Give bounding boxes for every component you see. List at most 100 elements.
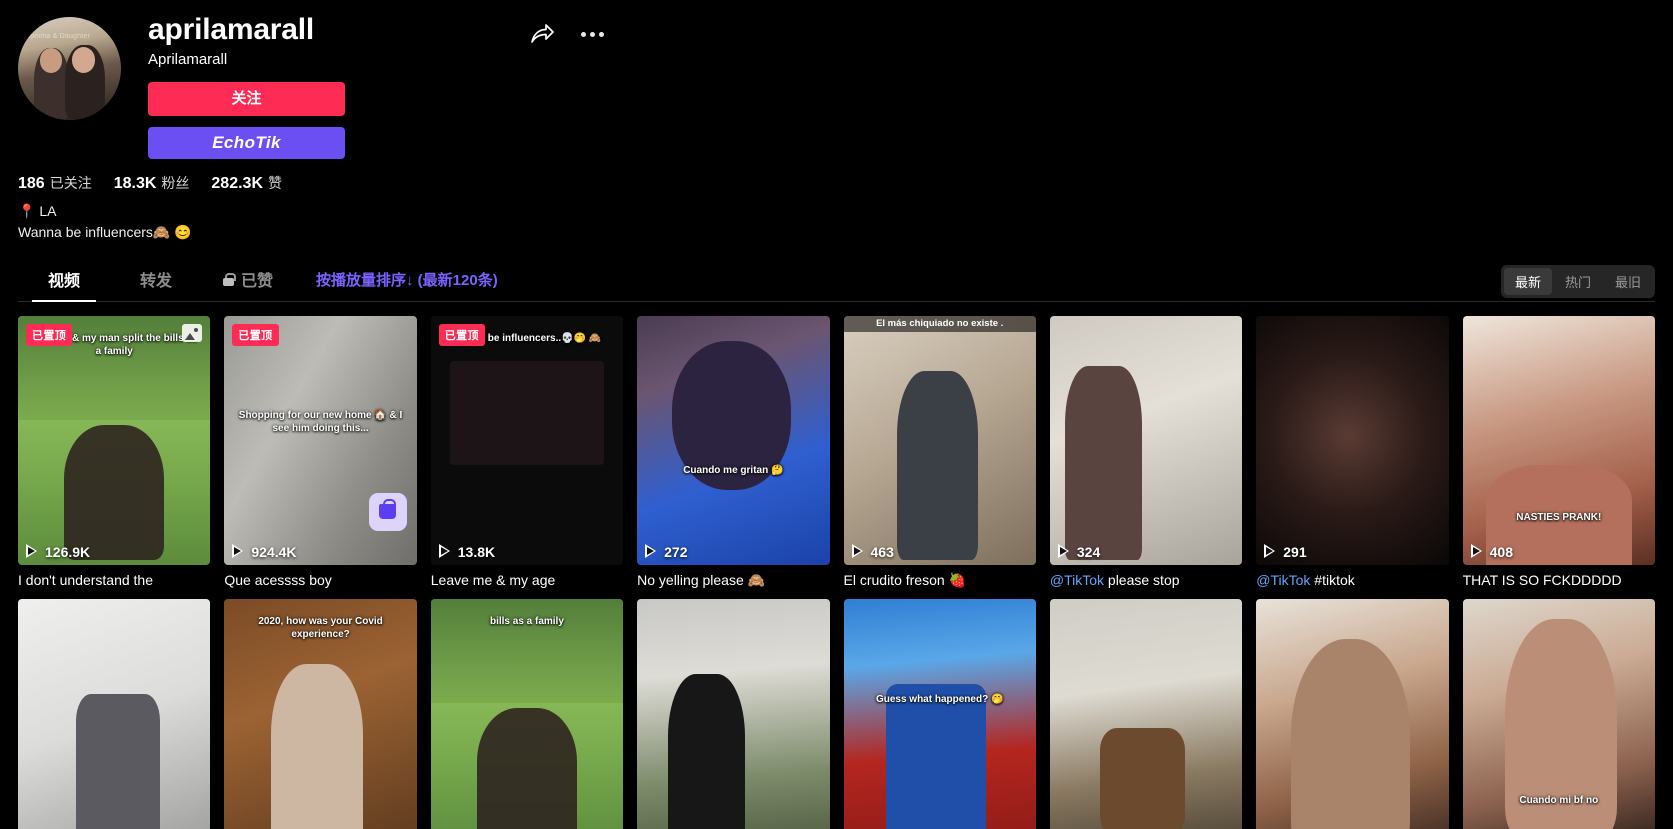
thumbnail-image (1049, 599, 1243, 829)
sort-newest-button[interactable]: 最新 (1503, 267, 1552, 295)
tab-videos[interactable]: 视频 (18, 258, 110, 302)
video-card[interactable] (1256, 599, 1449, 829)
play-icon (1057, 544, 1072, 559)
video-card[interactable] (1049, 599, 1243, 829)
avatar-container: Momma & Daughter (18, 14, 124, 159)
thumbnail-image (1049, 315, 1243, 565)
video-title[interactable]: @TikTok #tiktok (1256, 572, 1448, 590)
thumbnail-image (843, 315, 1036, 565)
share-button[interactable] (527, 20, 557, 48)
video-title[interactable]: I don't understand the (18, 572, 210, 590)
video-title[interactable]: Leave me & my age (431, 572, 623, 590)
play-count-value: 408 (1489, 543, 1513, 560)
video-title-text: Leave me & my age (430, 571, 556, 588)
video-title-text: Que acessss boy (224, 571, 332, 588)
tab-reposts[interactable]: 转发 (110, 258, 202, 301)
video-thumbnail[interactable]: 324 (1049, 315, 1243, 565)
video-thumbnail[interactable]: Cuando mi bf no (1462, 599, 1655, 829)
stat-followers[interactable]: 18.3K 粉丝 (114, 173, 190, 193)
thumbnail-image (1462, 315, 1655, 565)
video-card[interactable] (637, 599, 830, 829)
profile-page: Momma & Daughter aprilamarall Aprilamara… (0, 0, 1673, 829)
video-title-text: I don't understand the (18, 571, 153, 588)
video-mention[interactable]: @TikTok (1256, 572, 1310, 588)
thumbnail-image (18, 599, 211, 829)
sort-popular-button[interactable]: 热门 (1554, 268, 1602, 295)
video-thumbnail[interactable] (1256, 599, 1449, 829)
avatar-face-right (71, 46, 96, 73)
video-card[interactable]: 已置顶 How me & my man split the bills as a … (18, 315, 211, 590)
video-card[interactable]: Guess what happened? 🤭 (843, 599, 1036, 829)
stat-likes-count: 282.3K (211, 175, 263, 193)
video-thumbnail[interactable]: bills as a family (430, 599, 624, 829)
thumbnail-image (1256, 599, 1449, 829)
play-count: 291 (1263, 544, 1307, 560)
sort-segmented-control: 最新 热门 最旧 (1500, 264, 1655, 298)
video-thumbnail[interactable]: NASTIES PRANK! 408 (1462, 315, 1655, 565)
play-icon (1470, 544, 1485, 559)
video-card[interactable]: bills as a family (430, 599, 624, 829)
video-thumbnail[interactable]: Guess what happened? 🤭 (843, 599, 1036, 829)
share-icon (531, 24, 554, 43)
video-title[interactable]: THAT IS SO FCKDDDDD (1463, 572, 1655, 590)
video-thumbnail[interactable]: 291 (1256, 315, 1449, 565)
video-title-text: #tiktok (1310, 571, 1355, 588)
video-mention[interactable]: @TikTok (1050, 572, 1104, 588)
video-thumbnail[interactable]: 已置顶 Shopping for our new home 🏠 & I see h… (224, 315, 417, 565)
tab-videos-label: 视频 (47, 273, 80, 291)
sort-by-plays-link[interactable]: 按播放量排序↓ (最新120条) (310, 258, 504, 301)
video-card[interactable]: 已置顶 Wanna be influencers..💀🤭 🙈 13.8K Leave … (430, 315, 624, 590)
video-card[interactable]: NASTIES PRANK! 408 THAT IS SO FCKDDDDD (1462, 315, 1655, 590)
video-thumbnail[interactable]: 已置顶 Wanna be influencers..💀🤭 🙈 13.8K (430, 315, 624, 565)
follow-button[interactable]: 关注 (148, 82, 345, 117)
video-card[interactable]: El más chiquiado no existe . 463 El crudit… (843, 315, 1036, 590)
shopping-bag-icon[interactable] (368, 492, 407, 531)
video-thumbnail[interactable] (18, 599, 211, 829)
video-overlay-text: Shopping for our new home 🏠 & I see him … (238, 410, 403, 435)
more-options-icon (579, 24, 606, 45)
play-icon (231, 544, 246, 559)
video-card[interactable]: 324 @TikTok please stop (1049, 315, 1243, 590)
video-title[interactable]: No yelling please 🙈 (637, 572, 829, 590)
play-count-value: 272 (664, 543, 688, 560)
video-thumbnail[interactable]: 2020, how was your Covid experience? (224, 599, 417, 829)
echotik-button[interactable]: EchoTik (148, 127, 345, 160)
multi-image-icon (182, 323, 203, 342)
more-options-button[interactable] (577, 22, 608, 47)
avatar-face-left (39, 47, 63, 73)
tab-bar: 视频 转发 已赞 按播放量排序↓ (最新120条) 最新 热门 最旧 (18, 258, 1655, 302)
video-thumbnail[interactable]: Cuando me gritan 🤔 272 (637, 315, 830, 565)
bio: 📍 LA Wanna be influencers🙈 😊 (18, 201, 1655, 242)
sort-oldest-button[interactable]: 最旧 (1604, 268, 1652, 295)
video-overlay-text: Guess what happened? 🤭 (875, 693, 1004, 705)
video-card[interactable]: 2020, how was your Covid experience? (224, 599, 417, 829)
play-count: 126.9K (25, 544, 90, 560)
stats-row: 186 已关注 18.3K 粉丝 282.3K 赞 (18, 173, 1655, 193)
video-card[interactable]: Cuando mi bf no (1462, 599, 1655, 829)
video-card[interactable]: Cuando me gritan 🤔 272 No yelling please 🙈 (637, 315, 830, 590)
video-thumbnail[interactable] (1049, 599, 1243, 829)
tab-liked[interactable]: 已赞 (202, 258, 294, 301)
video-thumbnail[interactable] (637, 599, 830, 829)
play-icon (644, 544, 659, 559)
avatar[interactable]: Momma & Daughter (18, 17, 121, 120)
video-thumbnail[interactable]: 已置顶 How me & my man split the bills as a … (18, 315, 211, 565)
profile-info: aprilamarall Aprilamarall 关注 EchoTik (124, 13, 1655, 160)
pinned-badge: 已置顶 (26, 323, 73, 346)
video-title[interactable]: Que acessss boy (224, 572, 416, 590)
video-card[interactable]: 291 @TikTok #tiktok (1256, 315, 1449, 590)
stat-likes[interactable]: 282.3K 赞 (211, 173, 282, 193)
stat-following-count: 186 (18, 175, 45, 193)
video-overlay-text: NASTIES PRANK! (1516, 511, 1602, 523)
video-thumbnail[interactable]: El más chiquiado no existe . 463 (843, 315, 1036, 565)
stats-and-bio: 186 已关注 18.3K 粉丝 282.3K 赞 📍 LA Wanna be … (0, 159, 1673, 242)
video-grid: 已置顶 How me & my man split the bills as a … (0, 302, 1673, 829)
play-count-value: 126.9K (45, 543, 91, 560)
video-title[interactable]: El crudito freson 🍓 (844, 572, 1036, 590)
thumbnail-image (843, 599, 1036, 829)
stat-following[interactable]: 186 已关注 (18, 173, 92, 193)
thumbnail-image (637, 599, 830, 829)
video-card[interactable]: 已置顶 Shopping for our new home 🏠 & I see h… (224, 315, 417, 590)
video-title[interactable]: @TikTok please stop (1050, 572, 1242, 590)
video-card[interactable] (18, 599, 211, 829)
